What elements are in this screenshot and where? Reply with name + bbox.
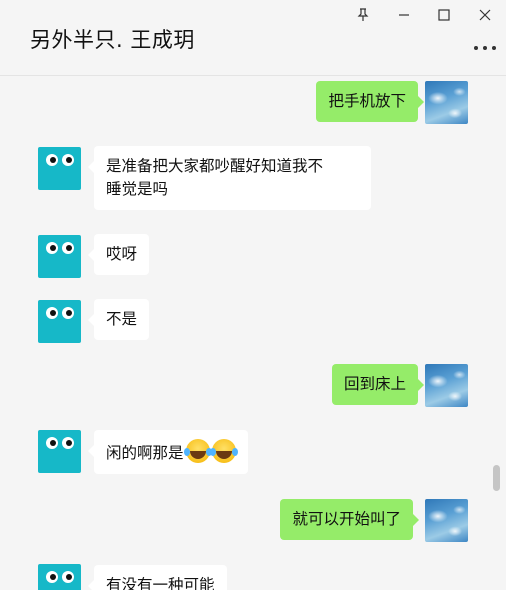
chat-title: 另外半只. 王成玥 (30, 28, 195, 52)
contact-avatar[interactable] (38, 147, 81, 190)
message-bubble-self[interactable]: 回到床上 (331, 364, 425, 405)
close-icon[interactable] (474, 4, 496, 26)
message-text: 闲的啊那是 (106, 444, 184, 462)
message-line: 是准备把大家都吵醒好知道我不 (106, 157, 324, 175)
self-avatar[interactable] (425, 364, 468, 407)
scrollbar-thumb[interactable] (493, 465, 500, 491)
maximize-icon[interactable] (433, 4, 455, 26)
message-bubble-self[interactable]: 把手机放下 (316, 81, 424, 122)
laughing-tears-emoji-icon (183, 439, 210, 463)
message-list[interactable]: 把手机放下 是准备把大家都吵醒好知道我不 睡觉是吗 哎呀 不是 回到床上 闲的啊… (0, 77, 506, 590)
pin-icon[interactable] (352, 4, 374, 26)
message-bubble-other[interactable]: 有没有一种可能 (88, 565, 227, 590)
more-icon[interactable] (474, 38, 496, 58)
message-bubble-other[interactable]: 哎呀 (87, 234, 150, 275)
message-bubble-self[interactable]: 就可以开始叫了 (280, 499, 419, 540)
self-avatar[interactable] (425, 81, 468, 124)
message-line: 睡觉是吗 (106, 180, 169, 198)
self-avatar[interactable] (425, 499, 468, 542)
message-bubble-other[interactable]: 是准备把大家都吵醒好知道我不 睡觉是吗 (88, 146, 371, 210)
contact-avatar[interactable] (38, 564, 81, 590)
contact-avatar[interactable] (38, 300, 81, 343)
laughing-tears-emoji-icon (209, 439, 236, 463)
contact-avatar[interactable] (38, 235, 81, 278)
minimize-icon[interactable] (393, 4, 415, 26)
message-bubble-other[interactable]: 不是 (87, 299, 150, 340)
chat-window: 另外半只. 王成玥 把手机放下 是准备把大家都吵醒好知道我不 睡觉是吗 哎呀 不… (0, 0, 506, 590)
chat-header: 另外半只. 王成玥 (0, 0, 506, 76)
message-bubble-other[interactable]: 闲的啊那是 (88, 430, 248, 474)
contact-avatar[interactable] (38, 430, 81, 473)
